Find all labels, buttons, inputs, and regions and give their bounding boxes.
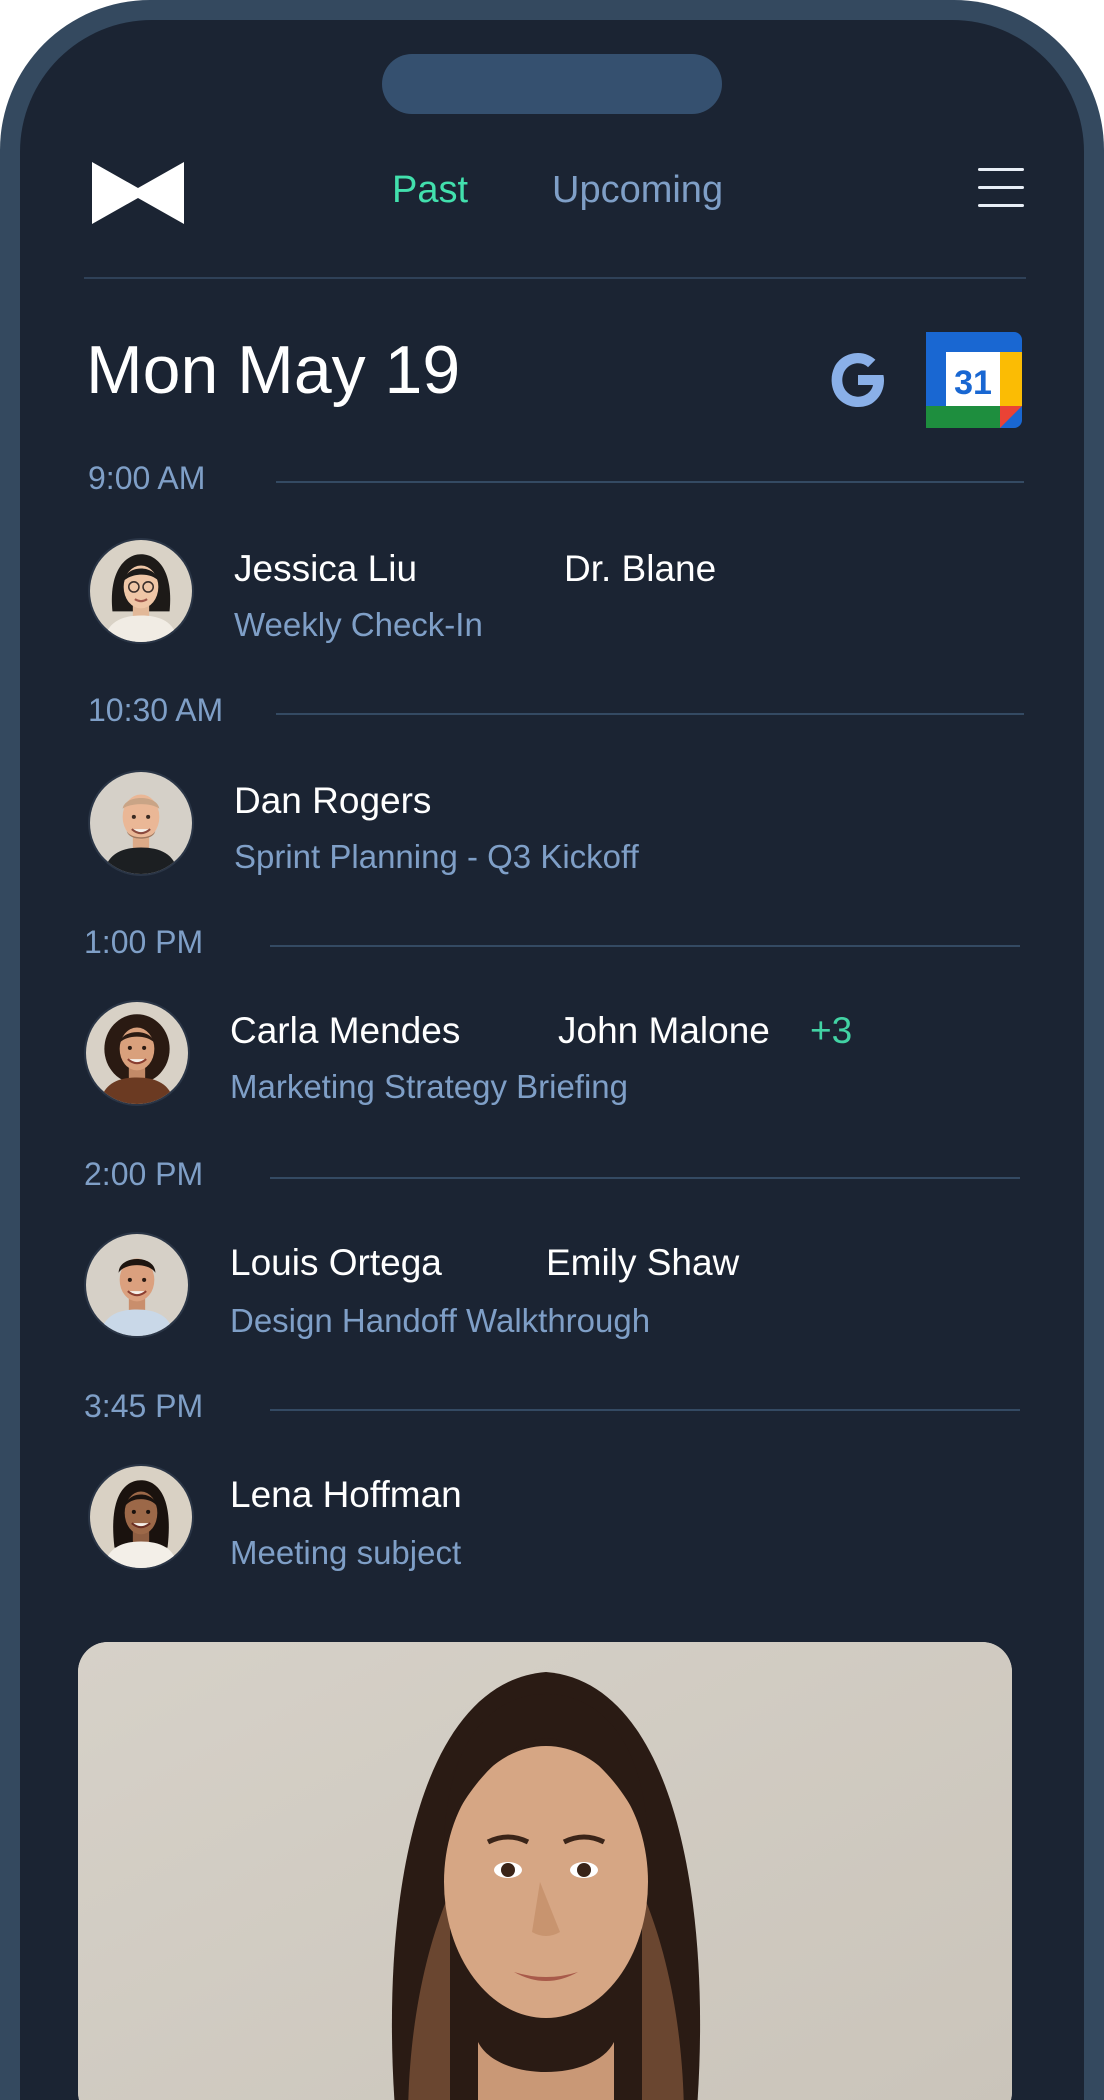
contact-photo-card[interactable] [78, 1642, 1012, 2100]
time-label: 1:00 PM [84, 924, 204, 960]
time-label: 10:30 AM [88, 692, 224, 728]
phone-frame: Past Upcoming Mon May 19 31 9:00 AM Jess… [0, 0, 1104, 2100]
attendee-name: Lena Hoffman [230, 1474, 462, 1515]
dynamic-island [382, 54, 722, 114]
time-divider [270, 945, 1020, 947]
calendar-day-number: 31 [954, 364, 992, 402]
avatar [88, 538, 194, 644]
meeting-subject: Design Handoff Walkthrough [230, 1302, 651, 1339]
time-label: 3:45 PM [84, 1388, 204, 1424]
attendee-name: John Malone [558, 1010, 770, 1051]
attendee-name: Louis Ortega [230, 1242, 442, 1283]
tab-past[interactable]: Past [392, 166, 468, 214]
attendee-name: Dr. Blane [564, 548, 717, 589]
time-divider [270, 1409, 1020, 1411]
attendee-name: Carla Mendes [230, 1010, 461, 1051]
avatar [88, 1464, 194, 1570]
time-divider [276, 481, 1024, 483]
meeting-subject: Sprint Planning - Q3 Kickoff [234, 838, 639, 875]
hamburger-menu-icon[interactable] [978, 166, 1026, 210]
time-divider [276, 713, 1024, 715]
page-title: Mon May 19 [86, 332, 461, 408]
meeting-subject: Marketing Strategy Briefing [230, 1068, 629, 1105]
attendee-name: Emily Shaw [546, 1242, 740, 1283]
meeting-subject: Meeting subject [230, 1534, 462, 1571]
attendee-name: Jessica Liu [234, 548, 418, 589]
header-divider [84, 277, 1026, 279]
app-screen: Past Upcoming Mon May 19 31 9:00 AM Jess… [20, 20, 1084, 2100]
time-label: 9:00 AM [88, 460, 206, 496]
avatar [88, 770, 194, 876]
tab-upcoming[interactable]: Upcoming [552, 166, 723, 214]
time-label: 2:00 PM [84, 1156, 204, 1192]
google-calendar-icon[interactable]: 31 [924, 330, 1024, 430]
attendee-name: Dan Rogers [234, 780, 432, 821]
bowtie-logo-icon[interactable] [88, 160, 188, 226]
meeting-subject: Weekly Check-In [234, 606, 483, 643]
avatar [84, 1232, 190, 1338]
time-divider [270, 1177, 1020, 1179]
avatar [84, 1000, 190, 1106]
extra-attendees-count[interactable]: +3 [810, 1008, 852, 1054]
google-g-icon[interactable] [822, 344, 894, 416]
